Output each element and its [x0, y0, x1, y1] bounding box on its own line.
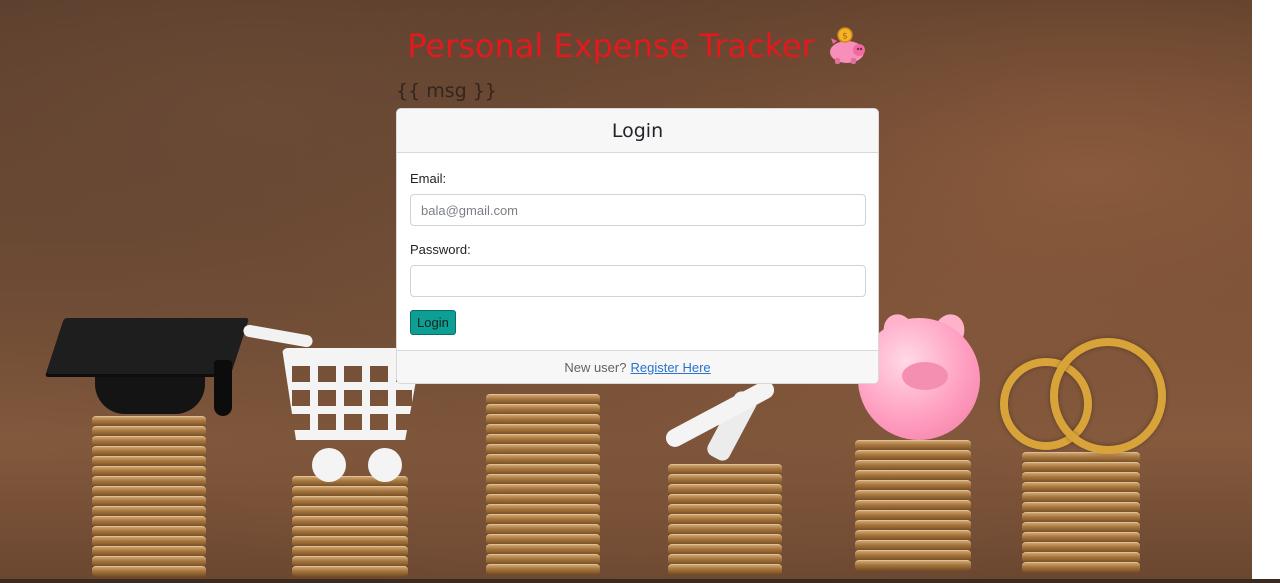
login-card-header: Login	[397, 109, 878, 153]
coin-stack-1	[92, 416, 206, 580]
email-label: Email:	[410, 171, 447, 186]
coin-stack-6	[1022, 452, 1140, 580]
coin	[292, 566, 408, 577]
svg-text:$: $	[842, 32, 848, 42]
coin	[486, 564, 600, 575]
coin	[855, 560, 971, 571]
coin	[1022, 562, 1140, 573]
coin	[92, 566, 206, 577]
email-field[interactable]	[410, 194, 866, 226]
piggy-bank-icon: $	[825, 26, 869, 66]
password-label: Password:	[410, 242, 471, 257]
coin	[668, 564, 782, 575]
new-user-prompt: New user?	[564, 360, 627, 375]
register-link[interactable]: Register Here	[630, 360, 710, 375]
right-page-edge	[1252, 0, 1280, 583]
page-title-text: Personal Expense Tracker	[407, 27, 815, 65]
coin-stack-4	[668, 464, 782, 580]
login-form: Email: Password: Login	[397, 153, 878, 350]
coin-stack-5	[855, 440, 971, 580]
password-group: Password:	[410, 242, 866, 297]
login-card: Login Email: Password: Login New user? R…	[396, 108, 879, 384]
flash-message: {{ msg }}	[396, 80, 497, 102]
page-title: Personal Expense Tracker $	[396, 24, 880, 68]
password-field[interactable]	[410, 265, 866, 297]
login-card-footer: New user? Register Here	[397, 350, 878, 383]
login-button[interactable]: Login	[410, 310, 456, 335]
coin-stack-2	[292, 476, 408, 580]
email-group: Email:	[410, 171, 866, 226]
coin-stack-3	[486, 394, 600, 580]
